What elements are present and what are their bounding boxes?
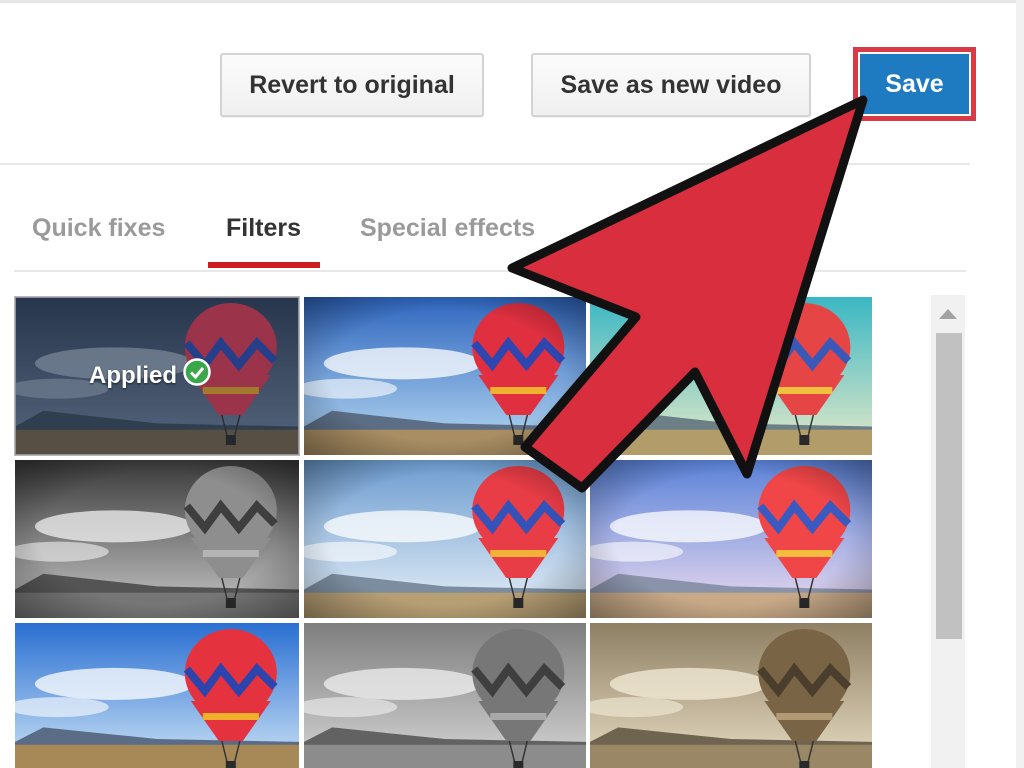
pointer-arrow-shape xyxy=(507,95,868,493)
pointer-arrow-icon xyxy=(507,95,868,493)
